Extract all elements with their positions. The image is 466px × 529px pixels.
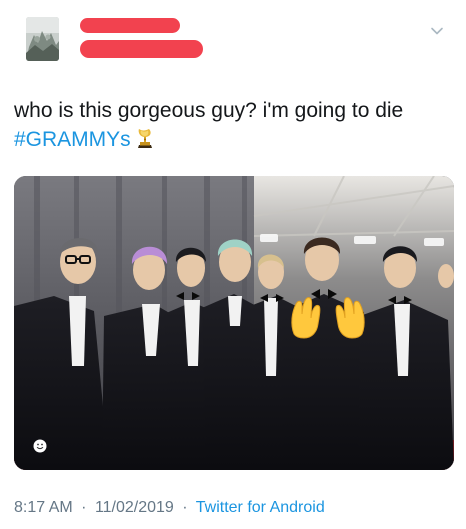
avatar[interactable]: [26, 17, 59, 61]
smiley-icon[interactable]: [33, 439, 47, 453]
tweet-source-link[interactable]: Twitter for Android: [196, 499, 325, 516]
tweet-text-line: who is this gorgeous guy? i'm going to d…: [14, 99, 404, 122]
redacted-display-name: [80, 18, 180, 33]
hashtag-link[interactable]: #GRAMMYs: [14, 128, 131, 151]
chevron-down-icon[interactable]: [430, 24, 444, 38]
tweet-text: who is this gorgeous guy? i'm going to d…: [14, 96, 454, 154]
group-photo-image: [14, 176, 454, 470]
trophy-gramophone-icon: [135, 127, 155, 149]
tweet-hashtag-line: #GRAMMYs: [14, 125, 454, 154]
tweet-header: [0, 0, 466, 80]
tweet-metadata: 8:17 AM · 11/02/2019 · Twitter for Andro…: [14, 499, 325, 517]
meta-separator: ·: [81, 499, 87, 516]
meta-separator: ·: [182, 499, 188, 516]
redacted-username: [80, 40, 203, 58]
tweet-photo[interactable]: [14, 176, 454, 470]
avatar-image: [26, 17, 59, 61]
tweet-time: 8:17 AM: [14, 499, 73, 516]
tweet-date: 11/02/2019: [94, 499, 174, 516]
